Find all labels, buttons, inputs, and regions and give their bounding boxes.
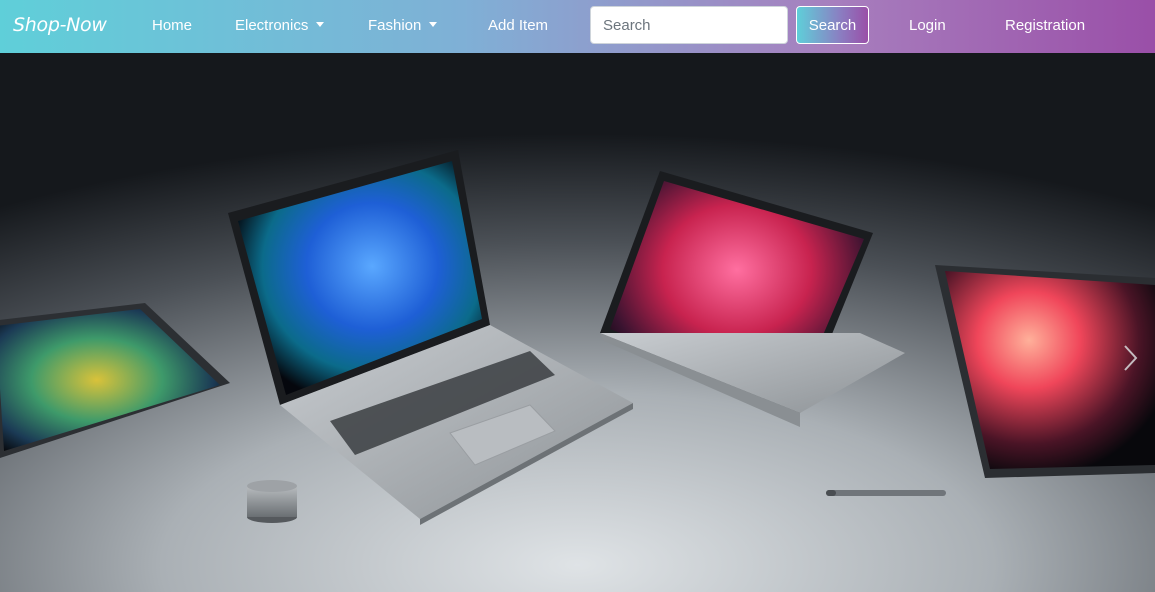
caret-down-icon [429, 22, 438, 27]
nav-add-item[interactable]: Add Item [488, 17, 548, 34]
chevron-right-icon [1124, 345, 1138, 371]
left-tablet-device [0, 303, 230, 458]
nav-fashion-label: Fashion [368, 17, 422, 34]
nav-home[interactable]: Home [152, 17, 192, 34]
search-button[interactable]: Search [796, 6, 869, 44]
navbar: Shop-Now Home Electronics Fashion Add It… [0, 0, 1155, 53]
caret-down-icon [316, 22, 325, 27]
stylus-pen-device [826, 490, 946, 496]
carousel-slide-image [0, 150, 1155, 525]
nav-electronics-dropdown[interactable]: Electronics [235, 17, 325, 34]
nav-electronics-label: Electronics [235, 17, 309, 34]
nav-login[interactable]: Login [909, 17, 946, 34]
surface-dial-device [247, 480, 297, 523]
nav-fashion-dropdown[interactable]: Fashion [368, 17, 438, 34]
hero-carousel [0, 53, 1155, 592]
carousel-next-button[interactable] [1115, 333, 1145, 383]
tent-mode-laptop-device [600, 171, 905, 427]
search-input[interactable] [590, 6, 788, 44]
brand-logo[interactable]: Shop-Now [13, 14, 107, 36]
nav-registration[interactable]: Registration [1005, 17, 1085, 34]
center-laptop-device [228, 150, 633, 525]
